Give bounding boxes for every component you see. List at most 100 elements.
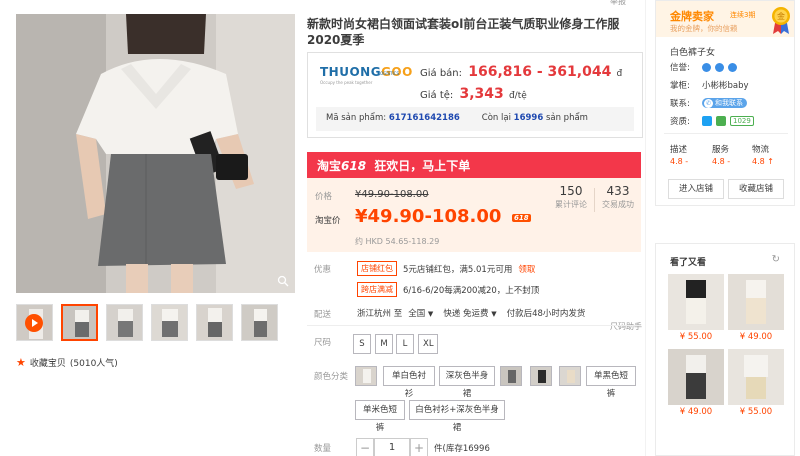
also-viewed-price: ¥ 49.00 [739,332,773,342]
product-code-row: Mã sản phẩm: 617161642186 Còn lại 16996 … [316,107,634,131]
also-viewed-item[interactable]: ¥ 49.00 [668,349,724,417]
delivery-express-select[interactable]: 快递 免运费 ▼ [443,307,496,319]
size-option-l[interactable]: L [396,334,414,354]
credit-row: 信誉: [670,61,737,73]
shop-name[interactable]: 白色裤子女 [670,45,715,58]
credit-diamond-icon [728,62,737,72]
reviews-stat[interactable]: 150 累计评论 [549,184,593,210]
column-divider [645,0,646,456]
promo-banner[interactable]: 淘宝618 狂欢日，马上下单 [307,152,641,178]
play-video-icon[interactable] [25,314,43,332]
credit-diamond-icon [702,62,711,72]
credit-label: 信誉: [670,63,690,73]
exchange-rate-label: Giá tệ: [420,90,454,101]
contact-seller-button[interactable]: ✆ 和我联系 [702,98,747,108]
thumbnail-video[interactable] [16,304,53,341]
color-option-beige-shorts[interactable]: 单米色短裤 [355,400,405,433]
score-service-label: 服务 [712,145,730,155]
report-link[interactable]: 举报 [610,0,626,7]
claim-coupon-link[interactable]: 领取 [518,263,535,275]
favorite-label: 收藏宝贝 [29,359,66,369]
refresh-icon[interactable]: ↻ [772,254,780,265]
qualification-row: 资质: 1029 [670,115,754,127]
thumbnail-3[interactable] [151,304,188,341]
coupon-row: 店铺红包 5元店铺红包，满5.01元可用 领取 [357,261,535,276]
size-option-s[interactable]: S [353,334,371,354]
cross-shop-row: 跨店满减 6/16-6/20每满200减20，上不封顶 [357,282,539,297]
favorite-item[interactable]: ★ 收藏宝贝 (5010人气) [16,356,118,369]
size-option-xl[interactable]: XL [418,334,438,354]
main-product-image[interactable] [16,14,295,293]
shipping-price-box: THUONGGOO Occupy the peak together LOGIS… [307,52,643,138]
size-helper-link[interactable]: 尺码助手 [610,321,642,332]
original-price: ¥49.90-108.00 [355,189,429,200]
chat-icon: ✆ [704,98,713,108]
color-option-shirt-skirt-set[interactable]: 白色衬衫+深灰色半身裙 [409,400,505,433]
quantity-increase-button[interactable]: + [410,438,428,456]
exchange-rate-unit: đ/tệ [508,91,527,101]
color-option-white-shirt[interactable]: 单白色衬衫 [383,366,435,399]
keeper-name[interactable]: 小彬彬baby [702,79,749,91]
hkd-price: 约 HKD 54.65-118.29 [355,237,440,246]
quantity-decrease-button[interactable]: − [356,438,374,456]
color-swatch-4[interactable] [559,366,581,386]
product-code-value: 617161642186 [388,113,460,123]
certificate-icon[interactable] [702,116,712,126]
offers-label: 优惠 [314,265,332,275]
color-swatch-3[interactable] [530,366,552,386]
delivery-row: 浙江杭州 至 全国 ▼ 快递 免运费 ▼ 付款后48小时内发货 [357,307,585,319]
contact-seller-label: 和我联系 [715,99,743,107]
promo-brand-num: 618 [341,159,367,173]
also-viewed-price: ¥ 55.00 [679,332,713,342]
shop-card: 金牌卖家 连续3期 我的金牌，你的信赖 金 白色裤子女 信誉: 掌柜: 小彬彬b… [655,0,795,206]
taobao-price-label: 淘宝价 [315,216,341,226]
color-swatch-2[interactable] [500,366,522,386]
reviews-count: 150 [559,184,583,198]
stat-divider [594,188,595,212]
size-option-m[interactable]: M [375,334,393,354]
product-title: 新款时尚女裙白领面试套装ol前台正装气质职业修身工作服2020夏季 [307,17,620,47]
also-viewed-item[interactable]: ¥ 49.00 [728,274,784,342]
delivery-to: 全国 [408,309,426,319]
sales-label: 交易成功 [602,200,634,209]
remaining-unit: sản phẩm [545,113,588,123]
thumbnail-5[interactable] [241,304,278,341]
price-label: 价格 [315,192,333,202]
gold-seller-title: 金牌卖家 [670,10,714,23]
product-code-label: Mã sản phẩm: [326,113,387,123]
credit-diamond-icon [715,62,724,72]
color-option-black-shorts[interactable]: 单黑色短裤 [586,366,636,399]
delivery-destination-select[interactable]: 全国 ▼ [408,307,433,319]
thumbnail-strip [16,304,295,341]
thumbnail-4[interactable] [196,304,233,341]
gold-medal-icon: 金 [772,7,790,34]
reviews-label: 累计评论 [555,200,587,209]
promo-text: 狂欢日，马上下单 [374,159,471,173]
color-option-grey-skirt[interactable]: 深灰色半身裙 [439,366,495,399]
chevron-down-icon: ▼ [427,310,434,318]
thumbnail-1[interactable] [61,304,98,341]
color-swatch-1[interactable] [355,366,377,386]
coupon-text: 5元店铺红包，满5.01元可用 [403,264,513,275]
price-vnd-label: Giá bán: [420,68,463,79]
contact-row: 联系: ✆ 和我联系 [670,97,747,109]
contact-label: 联系: [670,99,690,109]
keeper-label: 掌柜: [670,81,690,91]
also-viewed-title: 看了又看 [670,258,707,268]
stock-count: 件(库存16996 [434,444,490,454]
score-desc-value: 4.8 - [670,157,689,166]
follow-shop-button[interactable]: 收藏店铺 [728,179,784,199]
also-viewed-price: ¥ 49.00 [679,407,713,417]
quantity-input[interactable]: 1 [374,438,410,456]
qualification-label: 资质: [670,117,690,127]
vip-icon[interactable] [716,116,726,126]
also-viewed-item[interactable]: ¥ 55.00 [728,349,784,417]
delivery-ship-time: 付款后48小时内发货 [506,309,586,319]
also-viewed-item[interactable]: ¥ 55.00 [668,274,724,342]
enter-shop-button[interactable]: 进入店铺 [668,179,724,199]
zoom-icon[interactable] [277,275,289,287]
logo-tagline: Occupy the peak together [320,80,373,85]
favorite-count: (5010人气) [69,359,118,369]
size-label: 尺码 [314,338,332,348]
thumbnail-2[interactable] [106,304,143,341]
